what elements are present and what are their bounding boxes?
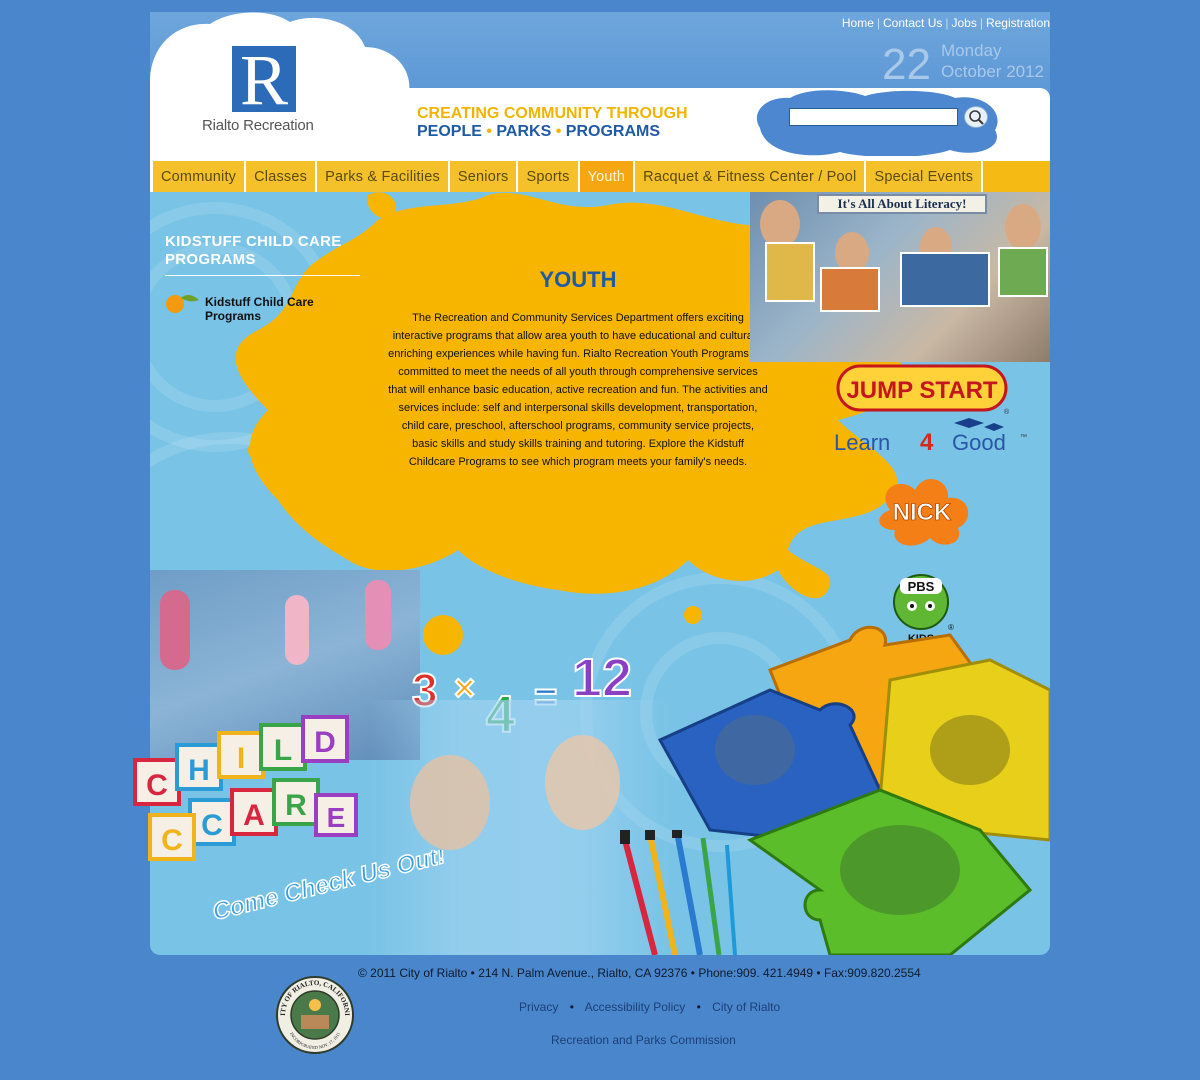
logo-text: Rialto Recreation: [202, 117, 314, 134]
jumpstart-text: JUMP START: [846, 377, 997, 404]
nav-item-racquet-fitness[interactable]: Racquet & Fitness Center / Pool: [635, 161, 867, 192]
literacy-sign: It's All About Literacy!: [817, 194, 987, 214]
nav-item-community[interactable]: Community: [150, 161, 247, 192]
block-letter: H: [188, 754, 210, 787]
trademark-mark: ™: [1020, 434, 1027, 441]
block-letter: E: [327, 802, 346, 833]
child-figure: [285, 595, 309, 665]
block-letter: L: [274, 734, 292, 767]
child-figure: [160, 590, 190, 670]
puzzle-pieces-graphic: [657, 625, 1050, 955]
block-letter: A: [243, 799, 265, 832]
date-number: 22: [882, 40, 931, 89]
tagline-line2: PEOPLE • PARKS • PROGRAMS: [417, 123, 660, 141]
block-letter: C: [201, 809, 223, 842]
top-link-contact-us[interactable]: Contact Us: [883, 16, 942, 30]
come-check-text: Come Check Us Out!: [210, 850, 448, 926]
block-letter: R: [285, 789, 307, 822]
tagline-programs: PROGRAMS: [565, 123, 660, 140]
learn4good-learn: Learn: [834, 430, 890, 455]
tagline-dot: •: [555, 123, 562, 140]
children-reading-photo: [750, 192, 1050, 362]
main-nav: Community Classes Parks & Facilities Sen…: [150, 161, 1050, 192]
block-letter: C: [161, 824, 183, 857]
search-button[interactable]: [964, 106, 988, 128]
top-link-separator: |: [876, 16, 880, 30]
top-link-home[interactable]: Home: [842, 16, 874, 30]
footer-links: Privacy • Accessibility Policy • City of…: [519, 1000, 780, 1014]
top-link-separator: |: [979, 16, 983, 30]
nav-item-youth[interactable]: Youth: [579, 161, 636, 192]
magnifier-icon: [969, 110, 984, 125]
footer-link-city-of-rialto[interactable]: City of Rialto: [712, 1000, 780, 1014]
page-title: YOUTH: [539, 267, 617, 292]
nick-text: NICK: [893, 499, 952, 526]
rialto-logo-icon: R: [232, 46, 296, 112]
nav-item-classes[interactable]: Classes: [246, 161, 318, 192]
sidebar-title: KIDSTUFF CHILD CARE PROGRAMS: [165, 233, 360, 276]
city-of-rialto-seal: CITY OF RIALTO, CALIFORNIA INCORPORATED …: [275, 975, 354, 1054]
book: [998, 247, 1048, 297]
book: [765, 242, 815, 302]
learn4good-4: 4: [920, 429, 934, 456]
pbs-text: PBS: [908, 579, 935, 594]
tagline-parks: PARKS: [496, 123, 552, 140]
book: [820, 267, 880, 312]
top-link-registration[interactable]: Registration: [986, 16, 1050, 30]
child-figure: [365, 580, 391, 650]
footer-copyright: © 2011 City of Rialto • 214 N. Palm Aven…: [358, 966, 921, 980]
top-link-jobs[interactable]: Jobs: [951, 16, 976, 30]
top-links: Home | Contact Us | Jobs | Registration: [842, 16, 1050, 30]
jumpstart-logo: JUMP START ®: [836, 364, 1010, 416]
nav-item-special-events[interactable]: Special Events: [866, 161, 984, 192]
nick-logo: NICK: [879, 478, 969, 546]
search-input[interactable]: [789, 108, 958, 126]
date-month-year: October 2012: [941, 62, 1045, 81]
footer-link-commission[interactable]: Recreation and Parks Commission: [551, 1033, 736, 1047]
nav-item-sports[interactable]: Sports: [518, 161, 580, 192]
orange-fruit-icon: [166, 294, 199, 313]
child-face: [545, 735, 620, 830]
logo-letter: R: [240, 46, 288, 112]
learn4good-logo: Learn 4 Good ™: [834, 418, 1027, 456]
footer-link-accessibility[interactable]: Accessibility Policy: [585, 1000, 686, 1014]
nav-item-parks-facilities[interactable]: Parks & Facilities: [317, 161, 450, 192]
child-face: [760, 200, 800, 248]
date-text: Monday October 2012: [941, 40, 1044, 82]
sidebar-link-kidstuff[interactable]: Kidstuff Child Care Programs: [205, 295, 340, 323]
block-letter: D: [314, 726, 336, 759]
registered-mark: ®: [1004, 408, 1010, 416]
youth-description: The Recreation and Community Services De…: [388, 312, 768, 468]
math-12: 12: [572, 648, 632, 708]
footer-bullet: •: [696, 1000, 701, 1014]
come-check-us-out-text: Come Check Us Out!: [209, 850, 449, 927]
top-link-separator: |: [945, 16, 949, 30]
child-face: [1005, 204, 1041, 250]
tagline-people: PEOPLE: [417, 123, 482, 140]
block-letter: I: [237, 742, 245, 775]
child-face: [410, 755, 490, 850]
tagline-dot: •: [486, 123, 492, 140]
date-weekday: Monday: [941, 41, 1002, 60]
nav-item-seniors[interactable]: Seniors: [449, 161, 519, 192]
learn4good-good: Good: [952, 430, 1006, 455]
book: [900, 252, 990, 307]
tagline-line1: CREATING COMMUNITY THROUGH: [417, 105, 688, 122]
footer-link-privacy[interactable]: Privacy: [519, 1000, 558, 1014]
block-letter: C: [146, 769, 168, 802]
footer-bullet: •: [569, 1000, 574, 1014]
